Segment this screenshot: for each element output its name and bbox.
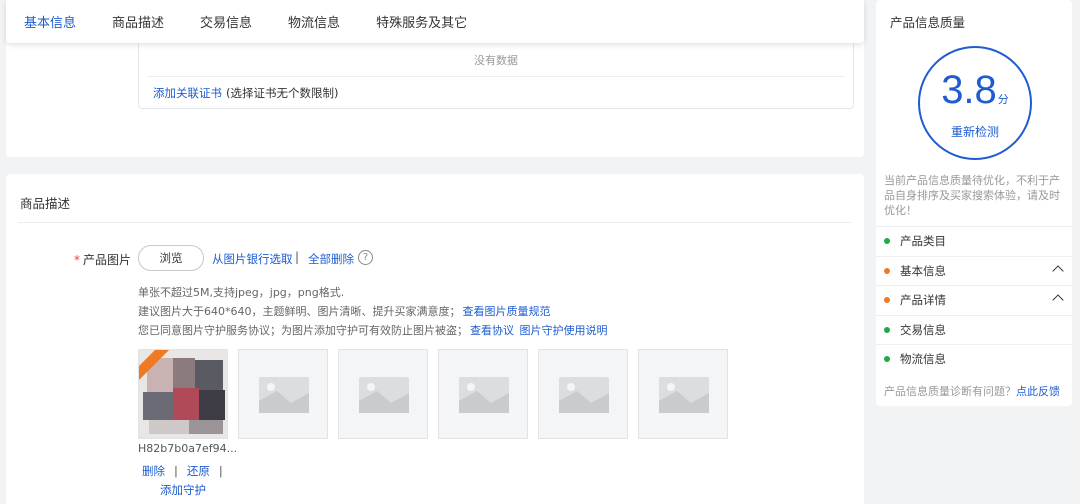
panel-title: 产品信息质量 bbox=[890, 15, 966, 30]
image-placeholder-icon bbox=[459, 377, 509, 413]
tab-special-services[interactable]: 特殊服务及其它 bbox=[376, 12, 467, 31]
chevron-up-icon[interactable] bbox=[1052, 264, 1064, 277]
section-tabs: 基本信息 商品描述 交易信息 物流信息 特殊服务及其它 bbox=[6, 0, 864, 43]
recheck-button[interactable]: 重新检测 bbox=[920, 123, 1030, 140]
quality-score-value: 3.8 bbox=[941, 68, 997, 112]
certificate-note: (选择证书无个数限制) bbox=[226, 86, 339, 100]
score-unit: 分 bbox=[997, 94, 1009, 106]
quality-score: 3.8分 bbox=[920, 68, 1030, 113]
uploaded-filename: H82b7b0a7ef94... bbox=[138, 442, 238, 455]
separator: | bbox=[174, 464, 178, 478]
checklist-item-basic-info[interactable]: 基本信息 bbox=[876, 255, 1072, 286]
image-size-hint-text: 建议图片大于640*640，主题鲜明、图片清晰、提升买家满意度； bbox=[138, 305, 461, 318]
image-placeholder-slot[interactable] bbox=[538, 349, 628, 439]
add-certificate-row: 添加关联证书 (选择证书无个数限制) bbox=[153, 85, 338, 101]
image-placeholder-slot[interactable] bbox=[638, 349, 728, 439]
image-placeholder-icon bbox=[659, 377, 709, 413]
image-format-hint: 单张不超过5M,支持jpeg，jpg，png格式. bbox=[138, 286, 345, 299]
image-size-hint: 建议图片大于640*640，主题鲜明、图片清晰、提升买家满意度； 查看图片质量规范 bbox=[138, 303, 551, 319]
feedback-text: 产品信息质量诊断有问题？ bbox=[884, 385, 1016, 398]
delete-all-link[interactable]: 全部删除 bbox=[308, 251, 354, 267]
status-dot bbox=[884, 238, 890, 245]
empty-state-text: 没有数据 bbox=[474, 54, 518, 67]
separator: | bbox=[218, 464, 223, 478]
image-placeholder-slot[interactable] bbox=[338, 349, 428, 439]
quality-message: 当前产品信息质量待优化，不利于产品自身排序及买家搜索体验，请及时优化！ bbox=[884, 174, 1060, 217]
checklist-item-category[interactable]: 产品类目 bbox=[876, 226, 1072, 256]
image-guard-hint-text: 您已同意图片守护服务协议；为图片添加守护可有效防止图片被盗； bbox=[138, 324, 468, 337]
basic-info-card: 基本信息 商品描述 交易信息 物流信息 特殊服务及其它 没有数据 添加关联证书 (… bbox=[6, 0, 864, 157]
uploaded-image-thumbnail[interactable] bbox=[138, 349, 228, 439]
add-guard-link[interactable]: 添加守护 bbox=[160, 482, 206, 498]
checklist-item-logistics-info[interactable]: 物流信息 bbox=[876, 344, 1072, 374]
image-placeholder-icon bbox=[359, 377, 409, 413]
divider bbox=[147, 76, 845, 77]
separator: | bbox=[295, 250, 300, 264]
uploaded-image bbox=[139, 350, 227, 438]
image-actions: 删除 | 还原 | bbox=[142, 463, 232, 479]
checklist-item-label: 产品详情 bbox=[900, 293, 946, 308]
status-dot bbox=[884, 326, 890, 333]
status-dot bbox=[884, 267, 890, 274]
product-images-label-text: 产品图片 bbox=[83, 253, 132, 267]
tab-product-description[interactable]: 商品描述 bbox=[112, 12, 164, 31]
section-title: 商品描述 bbox=[20, 196, 71, 211]
checklist-item-product-details[interactable]: 产品详情 bbox=[876, 285, 1072, 315]
browse-button[interactable]: 浏览 bbox=[138, 245, 204, 271]
delete-image-link[interactable]: 删除 bbox=[142, 464, 165, 478]
question-icon[interactable]: ? bbox=[358, 250, 373, 265]
quality-panel: 产品信息质量 3.8分 重新检测 当前产品信息质量待优化，不利于产品自身排序及买… bbox=[876, 0, 1072, 406]
guard-instructions-link[interactable]: 图片守护使用说明 bbox=[520, 324, 608, 337]
checklist-item-label: 交易信息 bbox=[900, 322, 946, 337]
status-dot bbox=[884, 356, 890, 363]
tab-logistics-info[interactable]: 物流信息 bbox=[288, 12, 340, 31]
required-mark: * bbox=[74, 253, 80, 267]
add-certificate-link[interactable]: 添加关联证书 bbox=[153, 86, 222, 100]
image-placeholder-slot[interactable] bbox=[238, 349, 328, 439]
feedback-row: 产品信息质量诊断有问题？点此反馈 bbox=[884, 383, 1060, 399]
view-agreement-link[interactable]: 查看协议 bbox=[470, 324, 514, 337]
quality-guideline-link[interactable]: 查看图片质量规范 bbox=[463, 305, 551, 318]
restore-image-link[interactable]: 还原 bbox=[187, 464, 210, 478]
image-placeholder-icon bbox=[559, 377, 609, 413]
divider bbox=[18, 222, 852, 223]
image-placeholder-slot[interactable] bbox=[438, 349, 528, 439]
quality-checklist: 产品类目 基本信息 产品详情 交易信息 物流信息 bbox=[876, 226, 1072, 374]
product-images-label: * 产品图片 bbox=[74, 251, 131, 268]
tab-basic-info[interactable]: 基本信息 bbox=[24, 12, 76, 31]
chevron-up-icon[interactable] bbox=[1052, 294, 1064, 306]
tab-trade-info[interactable]: 交易信息 bbox=[200, 12, 252, 31]
checklist-item-label: 物流信息 bbox=[900, 352, 946, 367]
product-description-card: 商品描述 * 产品图片 浏览 从图片银行选取 | 全部删除 ? 单张不超过5M,支… bbox=[6, 174, 864, 504]
image-placeholder-icon bbox=[259, 377, 309, 413]
checklist-item-trade-info[interactable]: 交易信息 bbox=[876, 314, 1072, 345]
feedback-link[interactable]: 点此反馈 bbox=[1016, 385, 1060, 398]
checklist-item-label: 基本信息 bbox=[900, 263, 946, 278]
image-bank-link[interactable]: 从图片银行选取 bbox=[212, 251, 293, 267]
checklist-item-label: 产品类目 bbox=[900, 234, 946, 249]
image-guard-hint: 您已同意图片守护服务协议；为图片添加守护可有效防止图片被盗； 查看协议 图片守护使… bbox=[138, 322, 608, 338]
status-dot bbox=[884, 297, 890, 304]
score-circle: 3.8分 重新检测 bbox=[918, 46, 1032, 160]
